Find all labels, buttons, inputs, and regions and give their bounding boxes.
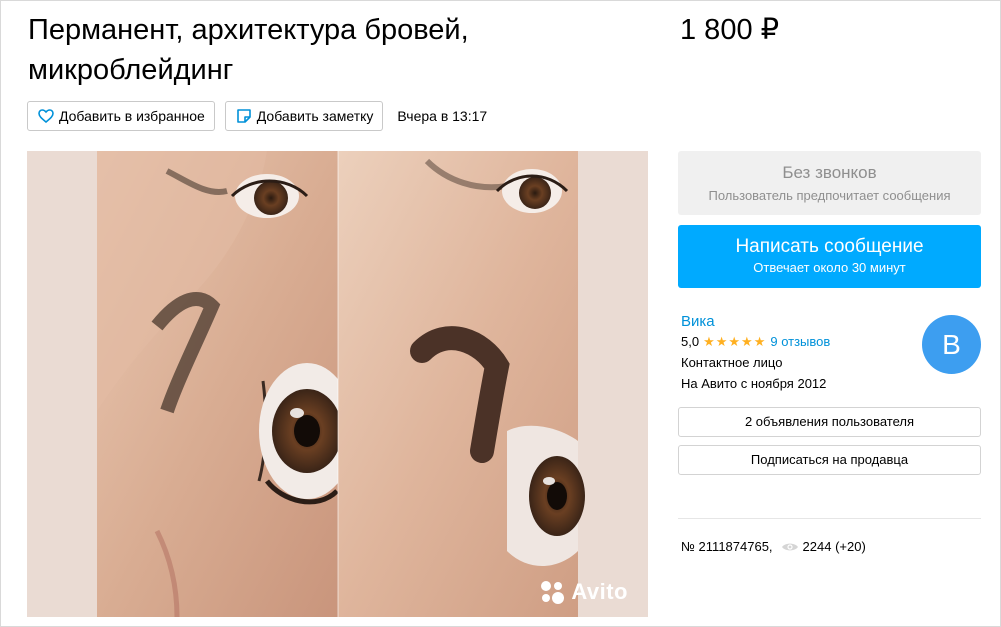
no-calls-title: Без звонков [782,163,877,182]
listing-title: Перманент, архитектура бровей, микроблей… [28,14,469,86]
listing-photo[interactable]: Avito [27,151,648,617]
rating-value: 5,0 [681,334,700,349]
avito-watermark-text: Avito [571,579,628,604]
response-time-label: Отвечает около 30 минут [753,260,906,275]
star-icon: ★ [703,334,715,349]
seller-avatar[interactable]: B [922,315,981,374]
no-calls-subtitle: Пользователь предпочитает сообщения [708,188,951,203]
avito-watermark: Avito [539,579,628,605]
user-ads-button[interactable]: 2 объявления пользователя [678,407,981,437]
add-to-favorites-label: Добавить в избранное [59,108,205,124]
listing-date: Вчера в 13:17 [397,108,488,124]
rating-stars: ★ ★ ★ ★ ★ [703,335,766,349]
write-message-button[interactable]: Написать сообщение Отвечает около 30 мин… [678,225,981,288]
heart-icon [38,109,54,123]
note-icon [236,109,251,123]
add-to-favorites-button[interactable]: Добавить в избранное [27,101,215,131]
reviews-link[interactable]: 9 отзывов [770,334,830,350]
no-calls-notice: Без звонков Пользователь предпочитает со… [678,151,981,215]
star-icon: ★ [715,334,728,349]
eye-icon [781,541,799,553]
star-icon: ★ [741,334,753,349]
star-icon: ★ [728,334,741,349]
listing-number: № 2111874765, [681,539,773,554]
subscribe-seller-button[interactable]: Подписаться на продавца [678,445,981,475]
add-note-label: Добавить заметку [256,108,374,124]
write-message-label: Написать сообщение [735,236,924,257]
add-note-button[interactable]: Добавить заметку [224,101,384,131]
views-count: 2244 (+20) [802,539,866,554]
eyebrow-photo [27,151,648,617]
listing-meta: № 2111874765, 2244 (+20) [681,539,866,555]
divider [678,518,981,519]
listing-price: 1 800 ₽ [680,14,780,46]
listing-actions: Добавить в избранное Добавить заметку Вч… [27,101,487,131]
avito-logo-icon [541,581,565,604]
seller-since: На Авито с ноября 2012 [681,376,827,391]
star-icon: ★ [753,334,766,349]
